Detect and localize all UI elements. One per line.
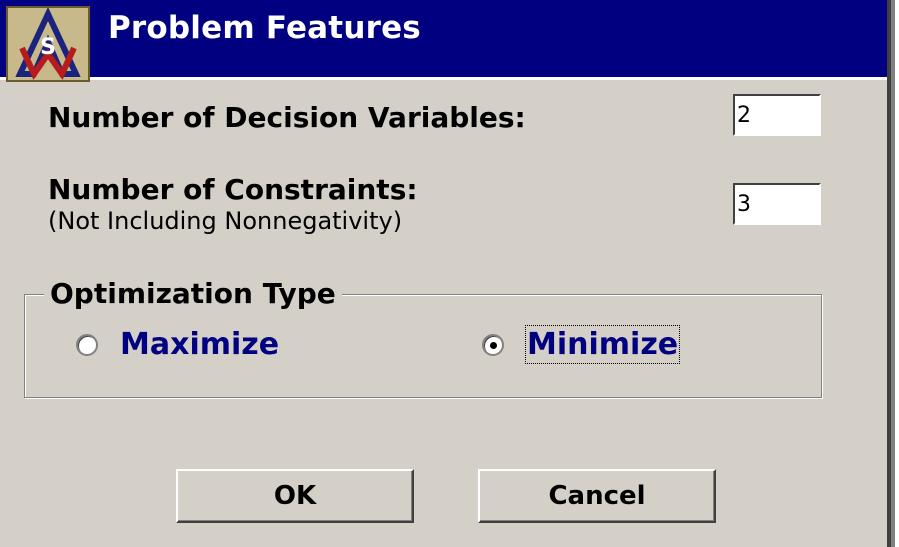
constraints-input[interactable] <box>733 183 821 225</box>
svg-text:S: S <box>40 35 56 60</box>
ok-button[interactable]: OK <box>176 469 414 523</box>
decision-variables-label: Number of Decision Variables: <box>48 101 526 134</box>
maximize-radio[interactable] <box>76 334 98 356</box>
constraints-label: Number of Constraints: <box>48 173 418 206</box>
minimize-radio[interactable] <box>482 334 504 356</box>
maximize-label[interactable]: Maximize <box>120 327 279 362</box>
app-logo-icon: S <box>6 6 90 82</box>
window-title: Problem Features <box>108 10 421 46</box>
problem-features-dialog: S Problem Features Number of Decision Va… <box>0 0 895 547</box>
optimization-type-label: Optimization Type <box>44 277 342 310</box>
decision-variables-input[interactable] <box>733 94 821 136</box>
constraints-note: (Not Including Nonnegativity) <box>48 207 403 235</box>
title-bar[interactable]: S Problem Features <box>0 0 887 82</box>
cancel-button[interactable]: Cancel <box>478 469 716 523</box>
minimize-label[interactable]: Minimize <box>524 325 681 364</box>
